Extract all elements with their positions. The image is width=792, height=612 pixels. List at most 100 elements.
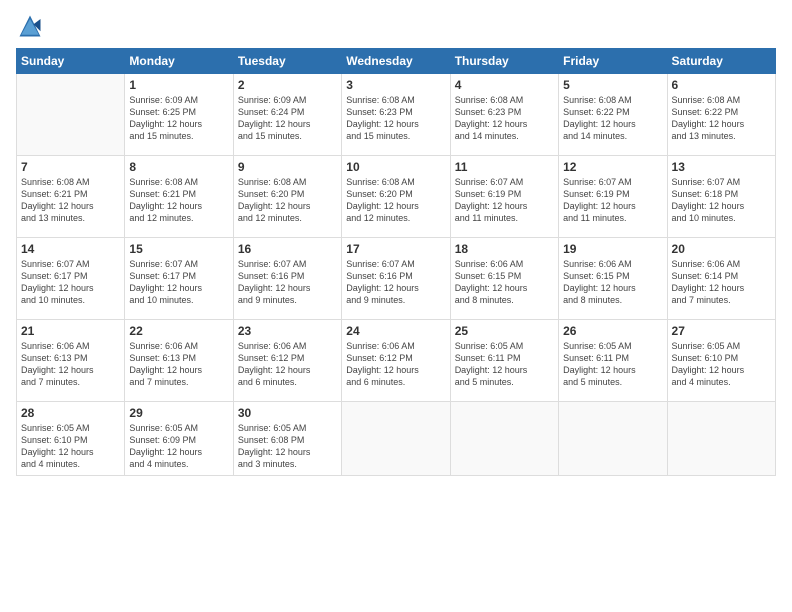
day-header-wednesday: Wednesday: [342, 49, 450, 74]
cal-cell-29: 29 Sunrise: 6:05 AMSunset: 6:09 PMDayligh…: [125, 402, 233, 476]
cell-text: Sunrise: 6:08 AMSunset: 6:23 PMDaylight:…: [455, 94, 554, 143]
cal-cell-empty-0-0: [17, 74, 125, 156]
day-number: 7: [21, 160, 120, 174]
cal-cell-12: 12 Sunrise: 6:07 AMSunset: 6:19 PMDayligh…: [559, 156, 667, 238]
cell-text: Sunrise: 6:06 AMSunset: 6:13 PMDaylight:…: [129, 340, 228, 389]
day-number: 15: [129, 242, 228, 256]
day-number: 8: [129, 160, 228, 174]
day-number: 10: [346, 160, 445, 174]
day-number: 25: [455, 324, 554, 338]
cal-cell-14: 14 Sunrise: 6:07 AMSunset: 6:17 PMDayligh…: [17, 238, 125, 320]
header-row: SundayMondayTuesdayWednesdayThursdayFrid…: [17, 49, 776, 74]
day-number: 30: [238, 406, 337, 420]
cal-cell-4: 4 Sunrise: 6:08 AMSunset: 6:23 PMDaylight…: [450, 74, 558, 156]
cal-cell-17: 17Sunrise: 6:07 AMSunset: 6:16 PMDayligh…: [342, 238, 450, 320]
day-header-tuesday: Tuesday: [233, 49, 341, 74]
cell-text: Sunrise: 6:05 AMSunset: 6:08 PMDaylight:…: [238, 422, 337, 471]
cal-cell-27: 27 Sunrise: 6:05 AMSunset: 6:10 PMDayligh…: [667, 320, 775, 402]
day-number: 21: [21, 324, 120, 338]
calendar-table: SundayMondayTuesdayWednesdayThursdayFrid…: [16, 48, 776, 476]
cell-text: Sunrise: 6:05 AMSunset: 6:10 PMDaylight:…: [21, 422, 120, 471]
cal-cell-empty-4-4: [450, 402, 558, 476]
day-number: 19: [563, 242, 662, 256]
cell-text: Sunrise: 6:08 AMSunset: 6:21 PMDaylight:…: [21, 176, 120, 225]
cal-cell-22: 22Sunrise: 6:06 AMSunset: 6:13 PMDayligh…: [125, 320, 233, 402]
cal-cell-8: 8 Sunrise: 6:08 AMSunset: 6:21 PMDaylight…: [125, 156, 233, 238]
cal-cell-20: 20 Sunrise: 6:06 AMSunset: 6:14 PMDayligh…: [667, 238, 775, 320]
cal-cell-15: 15Sunrise: 6:07 AMSunset: 6:17 PMDayligh…: [125, 238, 233, 320]
cal-cell-30: 30 Sunrise: 6:05 AMSunset: 6:08 PMDayligh…: [233, 402, 341, 476]
cal-cell-6: 6Sunrise: 6:08 AMSunset: 6:22 PMDaylight…: [667, 74, 775, 156]
cal-cell-28: 28 Sunrise: 6:05 AMSunset: 6:10 PMDayligh…: [17, 402, 125, 476]
cell-text: Sunrise: 6:06 AMSunset: 6:12 PMDaylight:…: [346, 340, 445, 389]
day-number: 12: [563, 160, 662, 174]
cal-cell-empty-4-6: [667, 402, 775, 476]
day-number: 3: [346, 78, 445, 92]
cal-cell-empty-4-3: [342, 402, 450, 476]
cell-text: Sunrise: 6:07 AMSunset: 6:18 PMDaylight:…: [672, 176, 771, 225]
cal-cell-21: 21 Sunrise: 6:06 AMSunset: 6:13 PMDayligh…: [17, 320, 125, 402]
week-row-4: 21 Sunrise: 6:06 AMSunset: 6:13 PMDayligh…: [17, 320, 776, 402]
cell-text: Sunrise: 6:06 AMSunset: 6:12 PMDaylight:…: [238, 340, 337, 389]
cell-text: Sunrise: 6:06 AMSunset: 6:15 PMDaylight:…: [563, 258, 662, 307]
cell-text: Sunrise: 6:06 AMSunset: 6:13 PMDaylight:…: [21, 340, 120, 389]
cal-cell-16: 16 Sunrise: 6:07 AMSunset: 6:16 PMDayligh…: [233, 238, 341, 320]
day-header-friday: Friday: [559, 49, 667, 74]
week-row-3: 14 Sunrise: 6:07 AMSunset: 6:17 PMDayligh…: [17, 238, 776, 320]
day-number: 4: [455, 78, 554, 92]
week-row-1: 1 Sunrise: 6:09 AMSunset: 6:25 PMDaylight…: [17, 74, 776, 156]
day-header-monday: Monday: [125, 49, 233, 74]
day-header-saturday: Saturday: [667, 49, 775, 74]
week-row-5: 28 Sunrise: 6:05 AMSunset: 6:10 PMDayligh…: [17, 402, 776, 476]
cal-cell-13: 13 Sunrise: 6:07 AMSunset: 6:18 PMDayligh…: [667, 156, 775, 238]
cal-cell-9: 9 Sunrise: 6:08 AMSunset: 6:20 PMDaylight…: [233, 156, 341, 238]
day-number: 29: [129, 406, 228, 420]
cal-cell-10: 10 Sunrise: 6:08 AMSunset: 6:20 PMDayligh…: [342, 156, 450, 238]
day-number: 14: [21, 242, 120, 256]
day-number: 18: [455, 242, 554, 256]
logo-icon: [16, 12, 44, 40]
day-number: 23: [238, 324, 337, 338]
cell-text: Sunrise: 6:07 AMSunset: 6:19 PMDaylight:…: [563, 176, 662, 225]
day-number: 6: [672, 78, 771, 92]
day-number: 9: [238, 160, 337, 174]
day-number: 24: [346, 324, 445, 338]
cell-text: Sunrise: 6:07 AMSunset: 6:16 PMDaylight:…: [238, 258, 337, 307]
day-number: 11: [455, 160, 554, 174]
cal-cell-19: 19 Sunrise: 6:06 AMSunset: 6:15 PMDayligh…: [559, 238, 667, 320]
cal-cell-24: 24 Sunrise: 6:06 AMSunset: 6:12 PMDayligh…: [342, 320, 450, 402]
cell-text: Sunrise: 6:07 AMSunset: 6:19 PMDaylight:…: [455, 176, 554, 225]
cell-text: Sunrise: 6:09 AMSunset: 6:25 PMDaylight:…: [129, 94, 228, 143]
cell-text: Sunrise: 6:05 AMSunset: 6:11 PMDaylight:…: [455, 340, 554, 389]
day-number: 20: [672, 242, 771, 256]
week-row-2: 7 Sunrise: 6:08 AMSunset: 6:21 PMDaylight…: [17, 156, 776, 238]
cal-cell-11: 11 Sunrise: 6:07 AMSunset: 6:19 PMDayligh…: [450, 156, 558, 238]
cell-text: Sunrise: 6:06 AMSunset: 6:14 PMDaylight:…: [672, 258, 771, 307]
cal-cell-5: 5Sunrise: 6:08 AMSunset: 6:22 PMDaylight…: [559, 74, 667, 156]
cal-cell-25: 25 Sunrise: 6:05 AMSunset: 6:11 PMDayligh…: [450, 320, 558, 402]
cell-text: Sunrise: 6:07 AMSunset: 6:16 PMDaylight:…: [346, 258, 445, 307]
day-number: 5: [563, 78, 662, 92]
cell-text: Sunrise: 6:08 AMSunset: 6:21 PMDaylight:…: [129, 176, 228, 225]
cell-text: Sunrise: 6:06 AMSunset: 6:15 PMDaylight:…: [455, 258, 554, 307]
cal-cell-1: 1 Sunrise: 6:09 AMSunset: 6:25 PMDaylight…: [125, 74, 233, 156]
logo: [16, 12, 48, 40]
day-number: 26: [563, 324, 662, 338]
day-number: 13: [672, 160, 771, 174]
cell-text: Sunrise: 6:08 AMSunset: 6:20 PMDaylight:…: [346, 176, 445, 225]
cell-text: Sunrise: 6:05 AMSunset: 6:11 PMDaylight:…: [563, 340, 662, 389]
page: SundayMondayTuesdayWednesdayThursdayFrid…: [0, 0, 792, 612]
day-number: 16: [238, 242, 337, 256]
cell-text: Sunrise: 6:05 AMSunset: 6:09 PMDaylight:…: [129, 422, 228, 471]
day-number: 1: [129, 78, 228, 92]
cell-text: Sunrise: 6:07 AMSunset: 6:17 PMDaylight:…: [21, 258, 120, 307]
cell-text: Sunrise: 6:09 AMSunset: 6:24 PMDaylight:…: [238, 94, 337, 143]
day-number: 28: [21, 406, 120, 420]
cal-cell-23: 23 Sunrise: 6:06 AMSunset: 6:12 PMDayligh…: [233, 320, 341, 402]
cal-cell-18: 18 Sunrise: 6:06 AMSunset: 6:15 PMDayligh…: [450, 238, 558, 320]
cell-text: Sunrise: 6:08 AMSunset: 6:20 PMDaylight:…: [238, 176, 337, 225]
cell-text: Sunrise: 6:08 AMSunset: 6:23 PMDaylight:…: [346, 94, 445, 143]
day-number: 27: [672, 324, 771, 338]
cal-cell-2: 2Sunrise: 6:09 AMSunset: 6:24 PMDaylight…: [233, 74, 341, 156]
cell-text: Sunrise: 6:05 AMSunset: 6:10 PMDaylight:…: [672, 340, 771, 389]
